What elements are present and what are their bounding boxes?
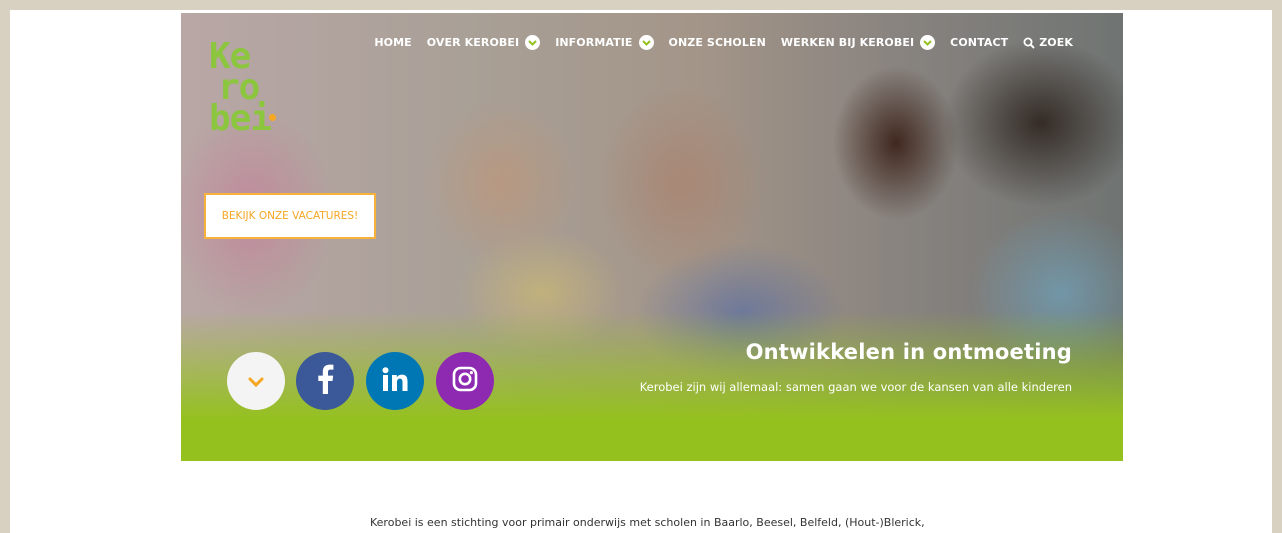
hero-title: Ontwikkelen in ontmoeting — [745, 340, 1072, 364]
search-icon — [1023, 37, 1035, 49]
nav-onze-scholen-label: ONZE SCHOLEN — [668, 36, 766, 49]
nav-search[interactable]: ZOEK — [1023, 36, 1073, 49]
nav-home-label: HOME — [374, 36, 412, 49]
kerobei-logo[interactable]: Ke ro bei — [209, 39, 289, 139]
scroll-down-button[interactable] — [227, 352, 285, 410]
nav-informatie-label: INFORMATIE — [555, 36, 633, 49]
instagram-icon — [452, 366, 478, 396]
browser-frame-top — [0, 0, 1282, 10]
browser-frame-left — [0, 10, 10, 533]
nav-over-kerobei-label: OVER KEROBEI — [426, 36, 520, 49]
chevron-down-icon — [248, 372, 264, 391]
nav-over-kerobei[interactable]: OVER KEROBEI — [426, 35, 541, 50]
instagram-button[interactable] — [436, 352, 494, 410]
intro-text: Kerobei is een stichting voor primair on… — [370, 516, 925, 529]
hero-subtitle: Kerobei zijn wij allemaal: samen gaan we… — [639, 380, 1072, 394]
browser-frame-right — [1272, 10, 1282, 533]
logo-dot — [269, 114, 276, 121]
chevron-down-icon[interactable] — [638, 35, 654, 50]
chevron-down-icon[interactable] — [920, 35, 936, 50]
page: Ke ro bei HOME OVER KEROBEI INFORMATIE O… — [10, 10, 1272, 533]
nav-search-label: ZOEK — [1039, 36, 1073, 49]
facebook-icon — [316, 364, 334, 398]
facebook-button[interactable] — [296, 352, 354, 410]
nav-informatie[interactable]: INFORMATIE — [555, 35, 654, 50]
nav-werken-bij-kerobei-label: WERKEN BIJ KEROBEI — [780, 36, 915, 49]
nav-home[interactable]: HOME — [374, 36, 411, 49]
nav-contact[interactable]: CONTACT — [950, 36, 1008, 49]
hero-banner: Ke ro bei HOME OVER KEROBEI INFORMATIE O… — [181, 13, 1123, 461]
logo-line-3: bei — [209, 98, 272, 139]
nav-contact-label: CONTACT — [950, 36, 1009, 49]
linkedin-button[interactable] — [366, 352, 424, 410]
linkedin-icon — [382, 367, 408, 395]
chevron-down-icon[interactable] — [525, 35, 541, 50]
main-nav: HOME OVER KEROBEI INFORMATIE ONZE SCHOLE… — [359, 35, 1073, 50]
nav-werken-bij-kerobei[interactable]: WERKEN BIJ KEROBEI — [780, 35, 936, 50]
nav-onze-scholen[interactable]: ONZE SCHOLEN — [669, 36, 766, 49]
vacatures-button[interactable]: BEKIJK ONZE VACATURES! — [204, 193, 376, 239]
